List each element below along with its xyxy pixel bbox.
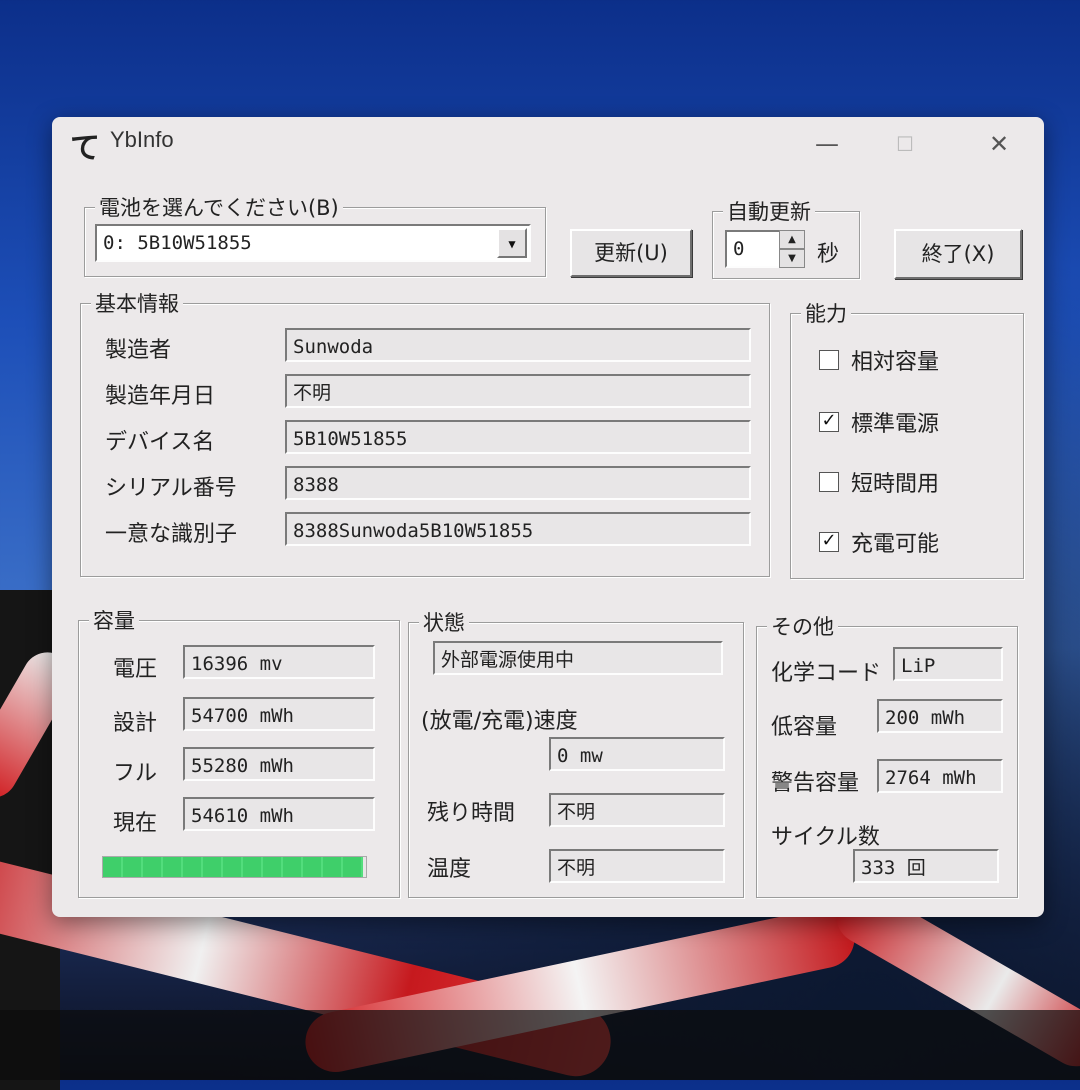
power-source-field: 外部電源使用中 bbox=[433, 641, 723, 675]
chevron-down-icon[interactable]: ▼ bbox=[497, 228, 527, 258]
auto-update-label: 自動更新 bbox=[723, 196, 815, 226]
rechargeable-label: 充電可能 bbox=[851, 532, 940, 557]
voltage-field: 16396 mv bbox=[183, 645, 375, 679]
auto-update-spinner[interactable]: ▲ ▼ bbox=[779, 230, 805, 268]
cycle-count-field: 333 回 bbox=[853, 849, 999, 883]
basic-info-label: 基本情報 bbox=[91, 288, 183, 318]
device-name-label: デバイス名 bbox=[105, 430, 215, 455]
title-bar[interactable]: て YbInfo — ☐ ✕ bbox=[52, 117, 1044, 169]
low-capacity-label: 低容量 bbox=[771, 715, 838, 740]
design-capacity-field: 54700 mWh bbox=[183, 697, 375, 731]
rechargeable-checkbox[interactable]: ✓ bbox=[819, 532, 839, 552]
auto-update-group: 自動更新 0 ▲ ▼ 秒 bbox=[712, 196, 860, 279]
cycle-count-label: サイクル数 bbox=[771, 825, 880, 850]
status-group: 状態 外部電源使用中 (放電/充電)速度 0 mw 残り時間 不明 温度 不明 bbox=[408, 607, 744, 898]
unique-id-field: 8388Sunwoda5B10W51855 bbox=[285, 512, 751, 546]
device-name-field: 5B10W51855 bbox=[285, 420, 751, 454]
serial-number-field: 8388 bbox=[285, 466, 751, 500]
design-capacity-label: 設計 bbox=[113, 711, 158, 736]
minimize-icon[interactable]: — bbox=[812, 129, 842, 159]
charge-progress-bar bbox=[102, 856, 367, 878]
remaining-time-field: 不明 bbox=[549, 793, 725, 827]
update-button[interactable]: 更新(U) bbox=[570, 229, 692, 277]
temperature-label: 温度 bbox=[427, 857, 472, 882]
standard-power-checkbox[interactable]: ✓ bbox=[819, 412, 839, 432]
low-capacity-field: 200 mWh bbox=[877, 699, 1003, 733]
maximize-icon[interactable]: ☐ bbox=[890, 129, 920, 159]
capacity-label: 容量 bbox=[89, 605, 139, 635]
manufacture-date-label: 製造年月日 bbox=[105, 384, 216, 409]
basic-info-group: 基本情報 製造者 Sunwoda 製造年月日 不明 デバイス名 5B10W518… bbox=[80, 288, 770, 577]
wallpaper-bottom bbox=[0, 1010, 1080, 1080]
app-logo-icon: て bbox=[70, 131, 100, 166]
remaining-time-label: 残り時間 bbox=[427, 801, 516, 826]
short-term-checkbox[interactable] bbox=[819, 472, 839, 492]
close-icon[interactable]: ✕ bbox=[984, 129, 1014, 159]
window-title: YbInfo bbox=[110, 127, 174, 152]
unique-id-label: 一意な識別子 bbox=[105, 522, 238, 547]
relative-capacity-checkbox[interactable] bbox=[819, 350, 839, 370]
capability-label: 能力 bbox=[801, 298, 851, 328]
full-capacity-label: フル bbox=[113, 761, 158, 786]
battery-select-group: 電池を選んでください(B) 0: 5B10W51855 ▼ bbox=[84, 192, 546, 277]
voltage-label: 電圧 bbox=[113, 657, 158, 682]
other-label: その他 bbox=[767, 611, 838, 641]
current-capacity-label: 現在 bbox=[113, 811, 158, 836]
battery-select-label: 電池を選んでください(B) bbox=[95, 192, 343, 222]
spin-up-icon[interactable]: ▲ bbox=[779, 230, 805, 249]
status-label: 状態 bbox=[419, 607, 469, 637]
exit-button[interactable]: 終了(X) bbox=[894, 229, 1022, 279]
spin-down-icon[interactable]: ▼ bbox=[779, 249, 805, 268]
standard-power-label: 標準電源 bbox=[851, 412, 940, 437]
manufacture-date-field: 不明 bbox=[285, 374, 751, 408]
ybinfo-window: て YbInfo — ☐ ✕ 電池を選んでください(B) 0: 5B10W518… bbox=[52, 117, 1044, 917]
manufacturer-label: 製造者 bbox=[105, 338, 172, 363]
warning-capacity-field: 2764 mWh bbox=[877, 759, 1003, 793]
manufacturer-field: Sunwoda bbox=[285, 328, 751, 362]
relative-capacity-label: 相対容量 bbox=[851, 350, 940, 375]
short-term-label: 短時間用 bbox=[851, 472, 940, 497]
serial-number-label: シリアル番号 bbox=[105, 476, 237, 501]
chemistry-code-label: 化学コード bbox=[771, 661, 882, 686]
rate-label: (放電/充電)速度 bbox=[421, 709, 578, 734]
chemistry-code-field: LiP bbox=[893, 647, 1003, 681]
temperature-field: 不明 bbox=[549, 849, 725, 883]
capability-group: 能力 相対容量 ✓ 標準電源 短時間用 ✓ 充電可能 bbox=[790, 298, 1024, 579]
auto-update-unit: 秒 bbox=[817, 242, 840, 267]
battery-combobox[interactable]: 0: 5B10W51855 ▼ bbox=[95, 224, 531, 262]
battery-combobox-value: 0: 5B10W51855 bbox=[103, 232, 252, 254]
current-capacity-field: 54610 mWh bbox=[183, 797, 375, 831]
warning-capacity-label: 警告容量 bbox=[771, 771, 860, 796]
other-group: その他 化学コード LiP 低容量 200 mWh 警告容量 2764 mWh … bbox=[756, 611, 1018, 898]
charge-progress-fill bbox=[103, 857, 363, 877]
full-capacity-field: 55280 mWh bbox=[183, 747, 375, 781]
rate-field: 0 mw bbox=[549, 737, 725, 771]
